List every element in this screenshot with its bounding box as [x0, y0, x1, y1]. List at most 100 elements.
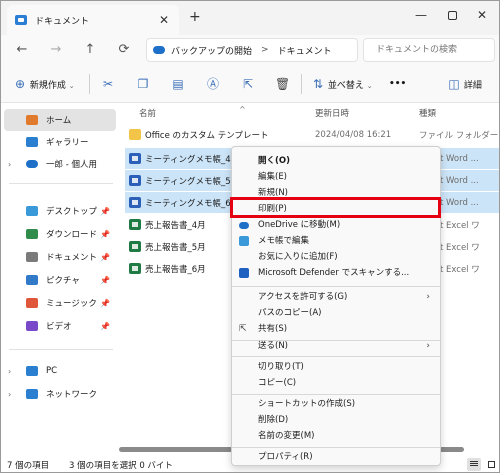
- menu-item-open[interactable]: 開く(O): [232, 153, 440, 169]
- delete-icon: 🗑: [275, 77, 291, 91]
- expand-chevron-icon[interactable]: ›: [8, 160, 11, 169]
- menu-item-edit-notepad[interactable]: メモ帳で編集: [232, 233, 440, 249]
- search-input[interactable]: ドキュメントの検索: [363, 38, 495, 62]
- column-header-type[interactable]: 種類: [419, 107, 436, 123]
- maximize-icon: [447, 11, 457, 20]
- menu-item-copy-path[interactable]: パスのコピー(A): [232, 305, 440, 321]
- sidebar-item-home[interactable]: ホーム: [4, 109, 116, 131]
- download-icon: [26, 229, 38, 239]
- menu-item-edit[interactable]: 編集(E): [232, 169, 440, 185]
- word-doc-icon: [129, 197, 141, 208]
- sort-icon: ⇅: [312, 77, 324, 91]
- paste-button[interactable]: ▤: [171, 74, 185, 94]
- onedrive-icon: [26, 160, 38, 168]
- sidebar-item-network[interactable]: › ネットワーク: [4, 383, 116, 405]
- menu-item-onedrive-move[interactable]: OneDrive に移動(M): [232, 217, 440, 233]
- menu-item-delete[interactable]: 削除(D): [232, 412, 440, 428]
- sidebar-item-documents[interactable]: ドキュメント 📌: [4, 246, 116, 268]
- maximize-button[interactable]: [437, 5, 467, 25]
- sidebar-item-pictures[interactable]: ピクチャ 📌: [4, 269, 116, 291]
- submenu-arrow-icon: ›: [426, 292, 430, 302]
- details-view-button[interactable]: [467, 458, 481, 471]
- tab-documents[interactable]: ドキュメント ✕: [7, 5, 179, 35]
- menu-item-send-to[interactable]: 送る(N) ›: [232, 338, 440, 354]
- new-button[interactable]: ⊕ 新規作成 ⌄: [13, 74, 75, 94]
- close-button[interactable]: ✕: [467, 5, 497, 25]
- folder-icon: [15, 15, 27, 25]
- menu-item-label: 開く(O): [258, 156, 290, 166]
- breadcrumb-separator[interactable]: >: [261, 45, 269, 55]
- file-row-folder[interactable]: Office のカスタム テンプレート 2024/04/08 16:21 ファイ…: [125, 124, 499, 145]
- sidebar-item-desktop[interactable]: デスクトップ 📌: [4, 200, 116, 222]
- home-icon: [26, 115, 38, 125]
- excel-doc-icon: [129, 263, 141, 274]
- forward-button[interactable]: →: [45, 39, 67, 61]
- expand-chevron-icon[interactable]: ›: [8, 390, 11, 399]
- pin-icon: 📌: [100, 206, 110, 216]
- sidebar-item-music[interactable]: ミュージック 📌: [4, 292, 116, 314]
- tiles-view-button[interactable]: [484, 458, 498, 471]
- menu-item-label: Microsoft Defender でスキャンする...: [258, 268, 410, 278]
- up-button[interactable]: ↑: [79, 39, 101, 61]
- menu-item-label: 送る(N): [258, 341, 288, 351]
- column-header-name[interactable]: 名前 ^: [139, 105, 246, 123]
- more-options-button[interactable]: •••: [389, 74, 406, 94]
- refresh-button[interactable]: ⟳: [113, 39, 135, 61]
- menu-item-label: パスのコピー(A): [258, 308, 322, 318]
- menu-item-add-favorite[interactable]: お気に入りに追加(F): [232, 249, 440, 265]
- new-tab-button[interactable]: +: [189, 9, 201, 25]
- breadcrumb-backup[interactable]: バックアップの開始: [171, 44, 252, 57]
- copy-button[interactable]: ❐: [136, 74, 150, 94]
- file-name: Office のカスタム テンプレート: [145, 130, 269, 141]
- sidebar-item-gallery[interactable]: ギャラリー: [4, 131, 116, 153]
- menu-item-properties[interactable]: プロパティ(R): [232, 449, 440, 465]
- selection-info: 3 個の項目を選択 0 バイト: [69, 461, 173, 471]
- menu-item-label: 削除(D): [258, 415, 289, 425]
- sort-label: 並べ替え: [327, 81, 364, 91]
- sort-ascending-icon: ^: [239, 105, 246, 114]
- rename-button[interactable]: Ⓐ: [206, 74, 220, 94]
- print-highlight-box: [230, 197, 441, 218]
- menu-item-grant-access[interactable]: アクセスを許可する(G) ›: [232, 289, 440, 305]
- menu-item-defender-scan[interactable]: Microsoft Defender でスキャンする...: [232, 265, 440, 281]
- sidebar-item-videos[interactable]: ビデオ 📌: [4, 315, 116, 337]
- share-button[interactable]: ⇱: [241, 74, 255, 94]
- toolbar-divider: [89, 74, 90, 94]
- navigation-bar: ← → ↑ ⟳ バックアップの開始 > ドキュメント ドキュメントの検索: [1, 35, 499, 65]
- tab-close-icon[interactable]: ✕: [159, 13, 169, 27]
- address-bar[interactable]: バックアップの開始 > ドキュメント: [146, 38, 358, 62]
- file-name: ミーティングメモ帳_5月: [145, 176, 240, 187]
- item-count: 7 個の項目: [7, 461, 50, 471]
- sidebar-item-pc[interactable]: › PC: [4, 360, 116, 382]
- file-name: 売上報告書_6月: [145, 264, 206, 275]
- command-bar: ⊕ 新規作成 ⌄ ✂ ❐ ▤ Ⓐ ⇱ 🗑 ⇅ 並べ替え ⌄ ••• ◫ 詳細: [1, 65, 499, 103]
- delete-button[interactable]: 🗑: [275, 74, 291, 94]
- column-header-date[interactable]: 更新日時: [315, 107, 349, 123]
- menu-item-share[interactable]: ⇱ 共有(S): [232, 321, 440, 337]
- details-pane-button[interactable]: ◫ 詳細: [447, 74, 482, 94]
- menu-item-cut[interactable]: 切り取り(T): [232, 359, 440, 375]
- folder-icon: [129, 129, 141, 140]
- back-button[interactable]: ←: [11, 39, 33, 61]
- menu-item-label: 編集(E): [258, 172, 288, 182]
- sidebar-item-downloads[interactable]: ダウンロード 📌: [4, 223, 116, 245]
- expand-chevron-icon[interactable]: ›: [8, 367, 11, 376]
- details-view-icon: [470, 461, 478, 462]
- column-name-label: 名前: [139, 109, 157, 119]
- cut-button[interactable]: ✂: [101, 74, 115, 94]
- sidebar-item-label: ピクチャ: [46, 276, 80, 286]
- sidebar-divider: [9, 183, 113, 184]
- sort-button[interactable]: ⇅ 並べ替え ⌄: [311, 74, 373, 94]
- minimize-button[interactable]: —: [406, 5, 436, 25]
- documents-icon: [26, 252, 38, 262]
- menu-item-create-shortcut[interactable]: ショートカットの作成(S): [232, 396, 440, 412]
- menu-item-rename[interactable]: 名前の変更(M): [232, 428, 440, 444]
- menu-item-copy[interactable]: コピー(C): [232, 375, 440, 391]
- copy-icon: ❐: [137, 77, 149, 91]
- menu-item-label: 共有(S): [258, 324, 288, 334]
- sidebar-item-onedrive[interactable]: › 一郎 - 個人用: [4, 153, 116, 175]
- menu-separator: [232, 447, 440, 448]
- menu-item-label: お気に入りに追加(F): [258, 252, 338, 262]
- defender-shield-icon: [239, 268, 249, 278]
- breadcrumb-documents[interactable]: ドキュメント: [278, 44, 332, 57]
